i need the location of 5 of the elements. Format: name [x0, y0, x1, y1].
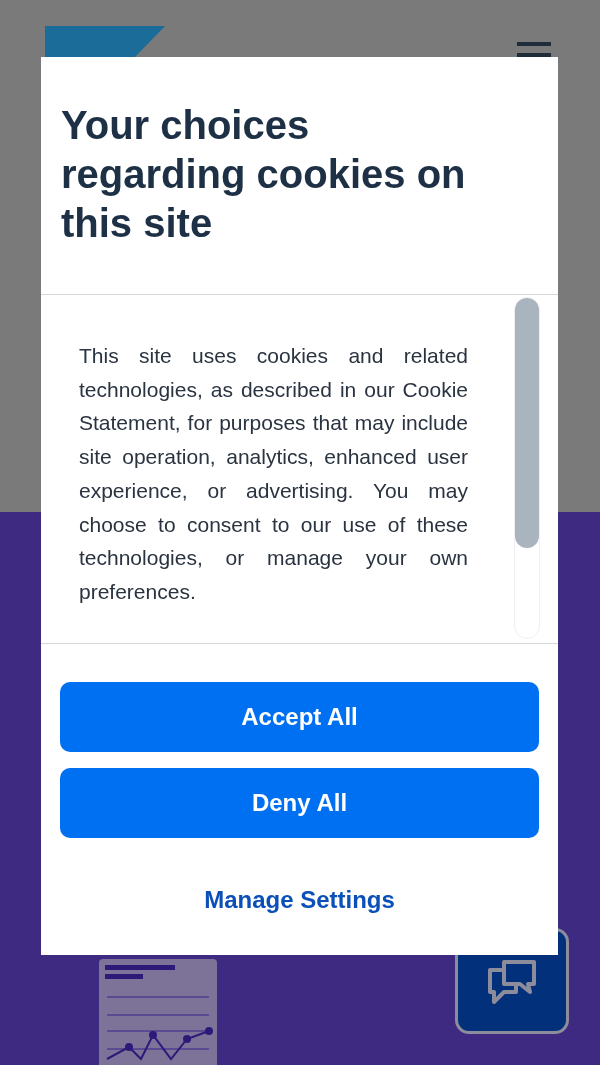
manage-settings-link[interactable]: Manage Settings	[196, 878, 403, 922]
cookie-description: This site uses cookies and related technologies, as described in our Cookie Statement, for purposes that may include site operation, analytics, enhanced user experience, or advertising. You may choose to consent to our use of these technologies, or manage your own preferences.	[79, 343, 469, 605]
dialog-title: Your choices regarding cookies on this site	[61, 102, 467, 247]
dialog-button[interactable]: Deny All	[60, 768, 539, 838]
dialog-button[interactable]: Accept All	[60, 682, 539, 752]
